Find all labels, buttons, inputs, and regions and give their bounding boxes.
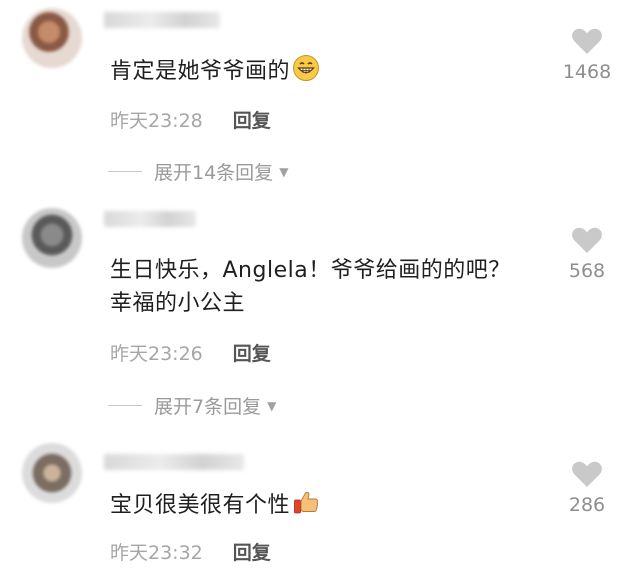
username-blurred[interactable] <box>104 454 244 470</box>
comment-text: 生日快乐，Anglela！爷爷给画的的吧？幸福的小公主 <box>110 254 530 320</box>
like-button[interactable]: 286 <box>557 460 617 516</box>
reply-button[interactable]: 回复 <box>233 343 271 365</box>
username-blurred[interactable] <box>104 12 220 28</box>
comment-text: 肯定是她爷爷画的 <box>110 54 530 92</box>
comment-meta: 昨天23:28 回复 <box>110 106 271 133</box>
comment-text-content: 肯定是她爷爷画的 <box>110 59 291 84</box>
divider-line <box>108 171 142 172</box>
heart-icon <box>572 461 602 487</box>
dropdown-arrow-icon: ▼ <box>279 164 289 179</box>
username-blurred[interactable] <box>104 211 196 227</box>
comment-time: 昨天23:28 <box>110 110 203 132</box>
avatar[interactable] <box>22 443 82 503</box>
avatar[interactable] <box>22 8 82 68</box>
expand-replies-label: 展开14条回复 <box>154 162 274 184</box>
heart-icon <box>572 28 602 54</box>
like-count: 1468 <box>562 61 612 83</box>
grinning-emoji-icon <box>292 54 320 92</box>
like-count: 286 <box>568 494 606 516</box>
avatar[interactable] <box>22 208 82 268</box>
reply-button[interactable]: 回复 <box>233 110 271 132</box>
comment-text-content: 生日快乐，Anglela！爷爷给画的的吧？幸福的小公主 <box>110 258 511 316</box>
comment-text-content: 宝贝很美很有个性 <box>110 493 291 518</box>
heart-icon <box>572 227 602 253</box>
expand-replies-button[interactable]: 展开7条回复 ▼ <box>108 392 276 419</box>
comment-meta: 昨天23:32 回复 <box>110 538 271 565</box>
divider-line <box>108 405 142 406</box>
like-count: 568 <box>568 260 606 282</box>
like-button[interactable]: 1468 <box>557 27 617 83</box>
comment-text: 宝贝很美很有个性 <box>110 488 530 526</box>
reply-button[interactable]: 回复 <box>233 542 271 564</box>
expand-replies-label: 展开7条回复 <box>154 396 262 418</box>
like-button[interactable]: 568 <box>557 226 617 282</box>
comment-time: 昨天23:26 <box>110 343 203 365</box>
expand-replies-button[interactable]: 展开14条回复 ▼ <box>108 158 288 185</box>
comment-meta: 昨天23:26 回复 <box>110 339 271 366</box>
thumbs-up-emoji-icon <box>292 488 320 526</box>
comment-time: 昨天23:32 <box>110 542 203 564</box>
dropdown-arrow-icon: ▼ <box>267 398 277 413</box>
